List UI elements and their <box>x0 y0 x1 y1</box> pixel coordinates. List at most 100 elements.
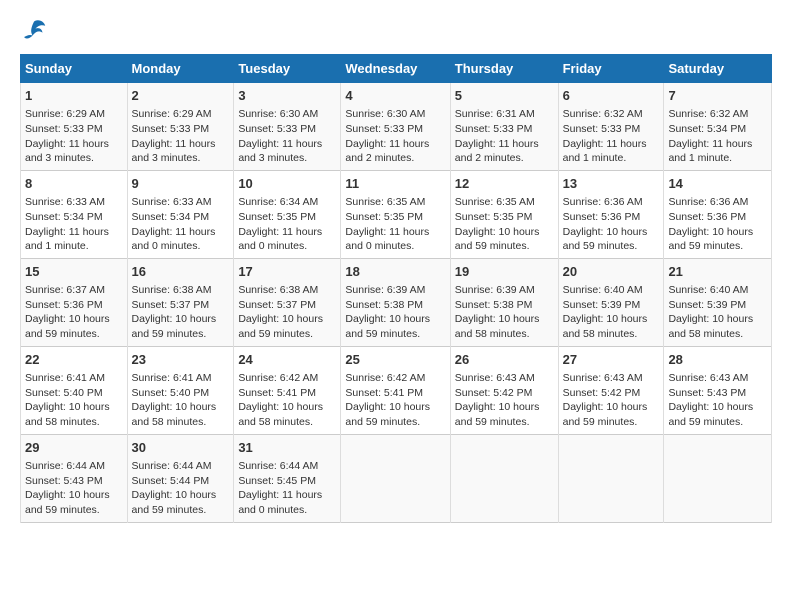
day-number: 13 <box>563 175 660 193</box>
day-info-line: Sunset: 5:33 PM <box>563 122 660 137</box>
logo <box>20 16 52 44</box>
day-number: 21 <box>668 263 767 281</box>
day-info-line: Sunset: 5:35 PM <box>345 210 445 225</box>
day-info-line: and 59 minutes. <box>455 239 554 254</box>
day-info-line: Sunrise: 6:44 AM <box>25 459 123 474</box>
day-info-line: and 59 minutes. <box>238 327 336 342</box>
day-number: 12 <box>455 175 554 193</box>
calendar-cell <box>341 434 450 522</box>
day-info-line: Sunrise: 6:32 AM <box>668 107 767 122</box>
calendar-cell: 5Sunrise: 6:31 AMSunset: 5:33 PMDaylight… <box>450 83 558 171</box>
day-info-line: Daylight: 11 hours <box>345 137 445 152</box>
day-info-line: Sunrise: 6:42 AM <box>238 371 336 386</box>
day-number: 9 <box>132 175 230 193</box>
calendar-cell: 2Sunrise: 6:29 AMSunset: 5:33 PMDaylight… <box>127 83 234 171</box>
calendar-cell <box>664 434 772 522</box>
calendar-cell: 8Sunrise: 6:33 AMSunset: 5:34 PMDaylight… <box>21 170 128 258</box>
day-info-line: and 59 minutes. <box>563 415 660 430</box>
calendar-cell: 31Sunrise: 6:44 AMSunset: 5:45 PMDayligh… <box>234 434 341 522</box>
day-info-line: Sunrise: 6:30 AM <box>238 107 336 122</box>
day-info-line: Sunset: 5:45 PM <box>238 474 336 489</box>
day-number: 18 <box>345 263 445 281</box>
day-info-line: Sunset: 5:44 PM <box>132 474 230 489</box>
day-info-line: and 1 minute. <box>25 239 123 254</box>
day-number: 22 <box>25 351 123 369</box>
calendar-cell: 29Sunrise: 6:44 AMSunset: 5:43 PMDayligh… <box>21 434 128 522</box>
day-info-line: Daylight: 10 hours <box>668 312 767 327</box>
day-info-line: Sunrise: 6:40 AM <box>563 283 660 298</box>
day-info-line: Sunrise: 6:40 AM <box>668 283 767 298</box>
day-info-line: and 2 minutes. <box>345 151 445 166</box>
day-info-line: Sunrise: 6:31 AM <box>455 107 554 122</box>
day-info-line: Sunset: 5:33 PM <box>25 122 123 137</box>
day-info-line: Daylight: 11 hours <box>668 137 767 152</box>
calendar-week-2: 8Sunrise: 6:33 AMSunset: 5:34 PMDaylight… <box>21 170 772 258</box>
day-info-line: Sunrise: 6:39 AM <box>345 283 445 298</box>
day-info-line: Daylight: 10 hours <box>25 312 123 327</box>
calendar-table: SundayMondayTuesdayWednesdayThursdayFrid… <box>20 54 772 523</box>
day-info-line: Daylight: 11 hours <box>132 137 230 152</box>
day-info-line: and 59 minutes. <box>132 327 230 342</box>
calendar-cell: 7Sunrise: 6:32 AMSunset: 5:34 PMDaylight… <box>664 83 772 171</box>
calendar-cell: 18Sunrise: 6:39 AMSunset: 5:38 PMDayligh… <box>341 258 450 346</box>
day-info-line: Sunset: 5:36 PM <box>25 298 123 313</box>
day-info-line: Daylight: 11 hours <box>238 225 336 240</box>
day-number: 30 <box>132 439 230 457</box>
day-number: 5 <box>455 87 554 105</box>
day-info-line: Daylight: 11 hours <box>345 225 445 240</box>
day-info-line: Sunrise: 6:33 AM <box>25 195 123 210</box>
day-info-line: Sunrise: 6:44 AM <box>132 459 230 474</box>
day-info-line: Sunset: 5:39 PM <box>668 298 767 313</box>
day-info-line: Daylight: 11 hours <box>25 137 123 152</box>
day-info-line: Sunset: 5:36 PM <box>563 210 660 225</box>
header-day-wednesday: Wednesday <box>341 55 450 83</box>
day-info-line: and 0 minutes. <box>132 239 230 254</box>
header-row: SundayMondayTuesdayWednesdayThursdayFrid… <box>21 55 772 83</box>
day-info-line: Sunset: 5:38 PM <box>345 298 445 313</box>
day-info-line: Daylight: 11 hours <box>563 137 660 152</box>
day-info-line: Sunrise: 6:43 AM <box>668 371 767 386</box>
header-day-monday: Monday <box>127 55 234 83</box>
day-info-line: Sunrise: 6:32 AM <box>563 107 660 122</box>
day-info-line: Sunset: 5:38 PM <box>455 298 554 313</box>
day-info-line: Daylight: 10 hours <box>668 225 767 240</box>
calendar-cell: 24Sunrise: 6:42 AMSunset: 5:41 PMDayligh… <box>234 346 341 434</box>
page-container: SundayMondayTuesdayWednesdayThursdayFrid… <box>0 0 792 533</box>
day-info-line: and 59 minutes. <box>25 327 123 342</box>
day-number: 19 <box>455 263 554 281</box>
calendar-cell: 12Sunrise: 6:35 AMSunset: 5:35 PMDayligh… <box>450 170 558 258</box>
day-number: 2 <box>132 87 230 105</box>
calendar-cell: 25Sunrise: 6:42 AMSunset: 5:41 PMDayligh… <box>341 346 450 434</box>
day-info-line: Sunrise: 6:30 AM <box>345 107 445 122</box>
calendar-cell: 1Sunrise: 6:29 AMSunset: 5:33 PMDaylight… <box>21 83 128 171</box>
day-number: 31 <box>238 439 336 457</box>
day-info-line: and 58 minutes. <box>132 415 230 430</box>
day-info-line: Daylight: 10 hours <box>563 225 660 240</box>
day-info-line: Sunset: 5:33 PM <box>238 122 336 137</box>
day-info-line: Sunset: 5:41 PM <box>238 386 336 401</box>
calendar-cell: 17Sunrise: 6:38 AMSunset: 5:37 PMDayligh… <box>234 258 341 346</box>
day-info-line: Sunset: 5:42 PM <box>455 386 554 401</box>
calendar-cell: 3Sunrise: 6:30 AMSunset: 5:33 PMDaylight… <box>234 83 341 171</box>
calendar-cell: 22Sunrise: 6:41 AMSunset: 5:40 PMDayligh… <box>21 346 128 434</box>
calendar-cell: 9Sunrise: 6:33 AMSunset: 5:34 PMDaylight… <box>127 170 234 258</box>
day-info-line: Sunset: 5:40 PM <box>25 386 123 401</box>
calendar-cell: 19Sunrise: 6:39 AMSunset: 5:38 PMDayligh… <box>450 258 558 346</box>
day-info-line: Daylight: 10 hours <box>455 312 554 327</box>
calendar-cell: 21 Sunrise: 6:40 AMSunset: 5:39 PMDayligh… <box>664 258 772 346</box>
day-info-line: Daylight: 10 hours <box>563 312 660 327</box>
header-day-friday: Friday <box>558 55 664 83</box>
day-info-line: and 58 minutes. <box>455 327 554 342</box>
day-info-line: Daylight: 10 hours <box>132 312 230 327</box>
day-number: 10 <box>238 175 336 193</box>
day-info-line: Daylight: 10 hours <box>238 400 336 415</box>
day-info-line: Sunrise: 6:36 AM <box>668 195 767 210</box>
calendar-cell: 20Sunrise: 6:40 AMSunset: 5:39 PMDayligh… <box>558 258 664 346</box>
day-number: 1 <box>25 87 123 105</box>
day-info-line: and 59 minutes. <box>345 415 445 430</box>
day-info-line: and 59 minutes. <box>563 239 660 254</box>
day-info-line: Daylight: 10 hours <box>455 225 554 240</box>
calendar-cell: 23Sunrise: 6:41 AMSunset: 5:40 PMDayligh… <box>127 346 234 434</box>
calendar-cell: 30Sunrise: 6:44 AMSunset: 5:44 PMDayligh… <box>127 434 234 522</box>
day-info-line: Daylight: 11 hours <box>238 488 336 503</box>
